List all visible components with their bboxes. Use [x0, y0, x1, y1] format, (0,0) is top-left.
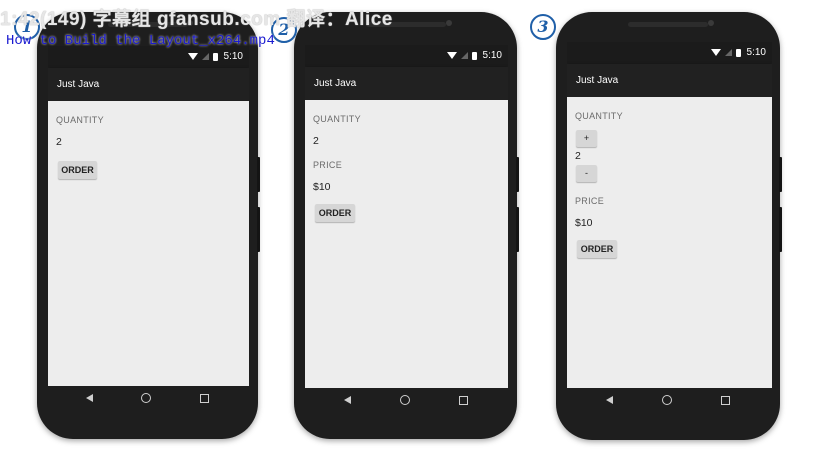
navigation-bar	[319, 392, 492, 408]
status-bar: 5:10	[305, 45, 508, 67]
wifi-icon	[446, 52, 457, 59]
status-bar: 5:10	[48, 46, 249, 68]
volume-button	[516, 207, 519, 252]
power-button	[779, 157, 782, 192]
phone-mockup-3: 5:10 Just Java QUANTITY + 2 - PRICE $10 …	[556, 12, 782, 440]
wifi-icon	[710, 49, 721, 56]
home-icon[interactable]	[399, 395, 410, 405]
main-content: QUANTITY 2 ORDER	[48, 101, 249, 386]
phone-screen: 5:10 Just Java QUANTITY + 2 - PRICE $10 …	[567, 42, 772, 388]
price-value: $10	[313, 181, 331, 193]
signal-icon	[724, 49, 732, 56]
battery-icon	[735, 48, 741, 57]
volume-button	[257, 207, 260, 252]
quantity-value: 2	[575, 150, 581, 162]
price-label: PRICE	[313, 160, 343, 170]
back-icon[interactable]	[605, 396, 613, 404]
volume-button	[779, 207, 782, 252]
status-time: 5:10	[482, 50, 502, 61]
status-time: 5:10	[746, 47, 766, 58]
navigation-bar	[581, 392, 755, 408]
home-icon[interactable]	[661, 395, 672, 405]
battery-icon	[212, 52, 218, 61]
price-label: PRICE	[575, 196, 605, 206]
phone-mockup-2: 5:10 Just Java QUANTITY 2 PRICE $10 ORDE…	[294, 12, 519, 439]
front-camera	[708, 20, 714, 26]
power-button	[257, 157, 260, 192]
increment-button[interactable]: +	[576, 130, 597, 147]
app-bar: Just Java	[305, 67, 508, 100]
order-button[interactable]: ORDER	[315, 204, 355, 222]
price-value: $10	[575, 217, 593, 229]
app-bar: Just Java	[567, 64, 772, 97]
recents-icon[interactable]	[199, 393, 209, 403]
signal-icon	[201, 53, 209, 60]
navigation-bar	[62, 390, 233, 406]
order-button[interactable]: ORDER	[58, 161, 97, 179]
main-content: QUANTITY 2 PRICE $10 ORDER	[305, 100, 508, 388]
phone-screen: 5:10 Just Java QUANTITY 2 ORDER	[48, 46, 249, 386]
quantity-value: 2	[313, 135, 319, 147]
quantity-label: QUANTITY	[313, 114, 361, 124]
home-icon[interactable]	[141, 393, 152, 403]
recents-icon[interactable]	[458, 395, 468, 405]
quantity-label: QUANTITY	[56, 115, 104, 125]
front-camera	[446, 20, 452, 26]
speaker-grille	[628, 22, 708, 27]
subtitle-credit: 1:42(149) 字幕组 gfansub.com 翻译：Alice	[0, 9, 393, 30]
recents-icon[interactable]	[721, 395, 731, 405]
status-bar: 5:10	[567, 42, 772, 64]
battery-icon	[471, 51, 477, 60]
order-button[interactable]: ORDER	[577, 240, 617, 258]
video-filename: How to Build the Layout_x264.mp4	[6, 33, 275, 49]
back-icon[interactable]	[86, 394, 94, 402]
signal-icon	[460, 52, 468, 59]
app-title: Just Java	[576, 75, 619, 86]
app-bar: Just Java	[48, 68, 249, 101]
back-icon[interactable]	[343, 396, 351, 404]
power-button	[516, 157, 519, 192]
quantity-value: 2	[56, 136, 62, 148]
step-number-3: 3	[530, 14, 556, 40]
decrement-button[interactable]: -	[576, 165, 597, 182]
app-title: Just Java	[314, 78, 357, 89]
phone-mockup-1: 5:10 Just Java QUANTITY 2 ORDER	[37, 12, 260, 439]
wifi-icon	[187, 53, 198, 60]
quantity-label: QUANTITY	[575, 111, 623, 121]
phone-screen: 5:10 Just Java QUANTITY 2 PRICE $10 ORDE…	[305, 45, 508, 388]
status-time: 5:10	[223, 51, 243, 62]
main-content: QUANTITY + 2 - PRICE $10 ORDER	[567, 97, 772, 388]
app-title: Just Java	[57, 79, 100, 90]
